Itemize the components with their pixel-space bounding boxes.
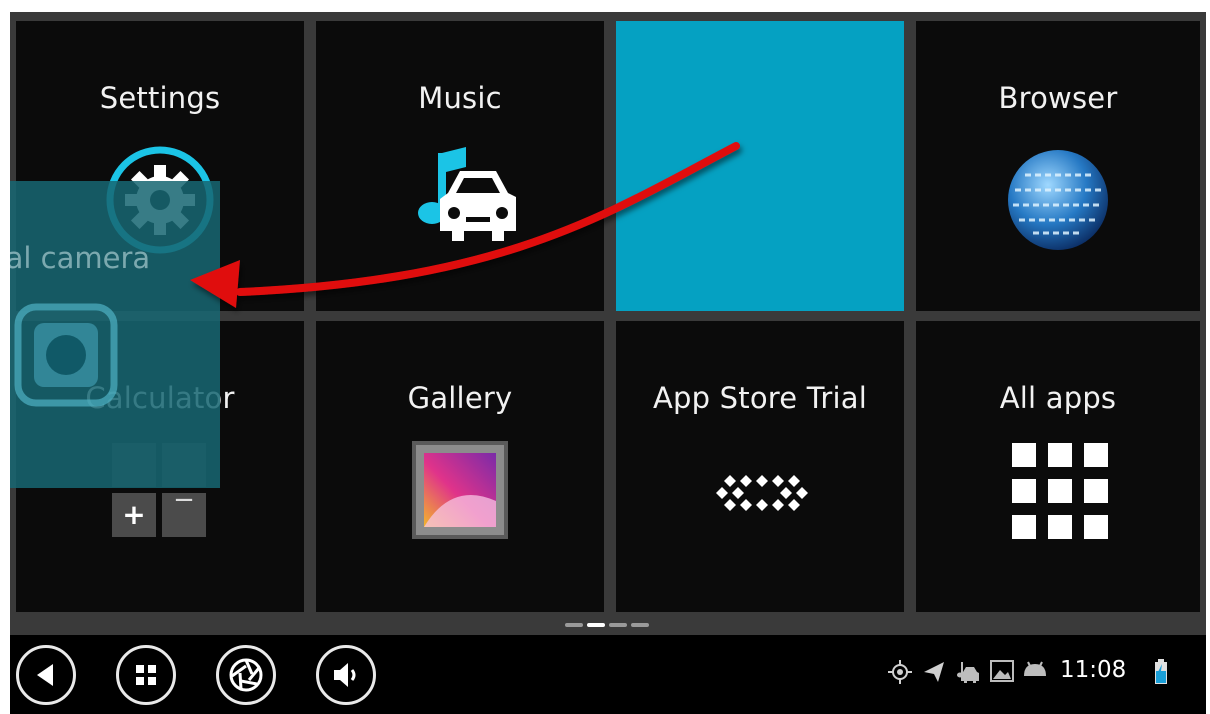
plus-key: + xyxy=(112,493,156,537)
camera-icon xyxy=(14,303,118,407)
tile-browser[interactable]: Browser xyxy=(916,21,1200,311)
status-bar: 11:08 xyxy=(888,635,1188,714)
page-dot[interactable] xyxy=(609,623,627,627)
taskbar: 11:08 xyxy=(10,635,1206,714)
all-apps-grid-icon xyxy=(1012,443,1108,539)
tile-empty-slot[interactable] xyxy=(616,21,904,311)
apps-icon xyxy=(136,665,156,685)
music-car-icon xyxy=(957,662,979,683)
tile-label: Browser xyxy=(998,81,1118,115)
image-icon xyxy=(990,660,1014,682)
app-store-icon xyxy=(716,475,808,511)
page-dot[interactable] xyxy=(631,623,649,627)
gallery-icon xyxy=(412,441,508,539)
page-dot[interactable] xyxy=(565,623,583,627)
page-dot-active[interactable] xyxy=(587,623,605,627)
back-button[interactable] xyxy=(16,645,76,705)
tile-label: Settings xyxy=(99,81,221,115)
globe-icon xyxy=(1008,150,1108,250)
camera-shutter-icon xyxy=(229,658,263,692)
volume-button[interactable] xyxy=(316,645,376,705)
tile-all-apps[interactable]: All apps xyxy=(916,321,1200,612)
gps-icon xyxy=(888,660,912,684)
music-car-icon xyxy=(418,147,516,241)
apps-button[interactable] xyxy=(116,645,176,705)
android-icon xyxy=(1024,661,1046,676)
minus-key: − xyxy=(162,487,206,537)
tile-gallery[interactable]: Gallery xyxy=(316,321,604,612)
dragged-tile-label: ernal camera xyxy=(10,241,151,275)
camera-shutter-button[interactable] xyxy=(216,645,276,705)
back-icon xyxy=(37,664,53,686)
tile-app-store-trial[interactable]: App Store Trial xyxy=(616,321,904,612)
tile-label: All apps xyxy=(999,381,1117,415)
launcher-screen: Settings Music Browser + − Gallery App S… xyxy=(10,12,1206,714)
dragged-tile-external-camera[interactable]: ernal camera xyxy=(10,181,220,488)
tile-music[interactable]: Music xyxy=(316,21,604,311)
tile-label: Gallery xyxy=(407,381,513,415)
clock: 11:08 xyxy=(1060,657,1127,683)
tile-label: Music xyxy=(418,81,502,115)
battery-charging-icon xyxy=(1155,659,1167,684)
tile-label: App Store Trial xyxy=(652,381,867,415)
navigation-arrow-icon xyxy=(924,662,944,682)
volume-icon xyxy=(334,663,356,687)
